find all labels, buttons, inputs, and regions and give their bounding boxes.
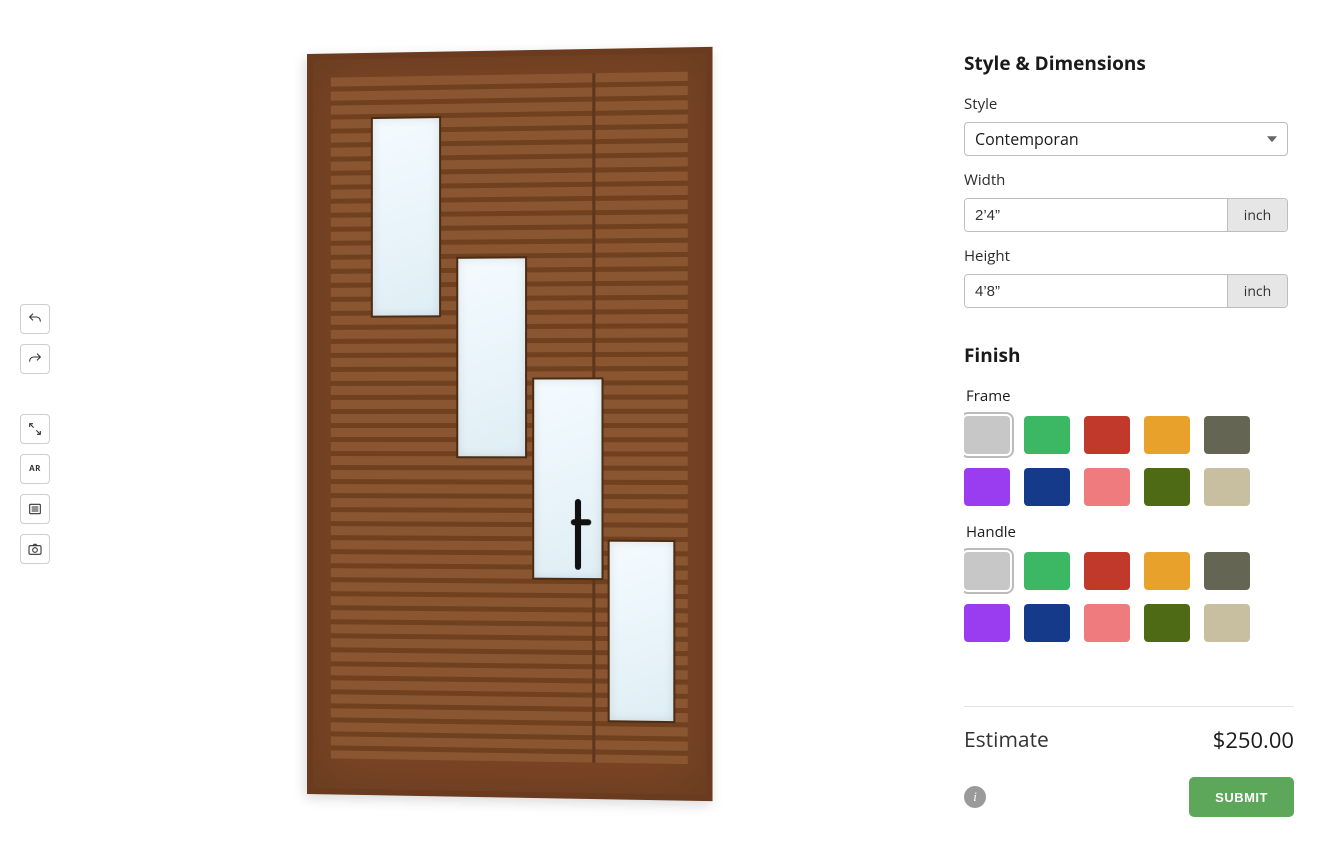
- fullscreen-button[interactable]: [20, 414, 50, 444]
- frame-swatch-olive-gray[interactable]: [1204, 416, 1250, 454]
- handle-swatch-purple[interactable]: [964, 604, 1010, 642]
- ar-button[interactable]: AR: [20, 454, 50, 484]
- panel-footer: Estimate $250.00 i SUBMIT: [964, 706, 1294, 817]
- redo-button[interactable]: [20, 344, 50, 374]
- width-label: Width: [964, 170, 1288, 190]
- estimate-value: $250.00: [1213, 725, 1294, 755]
- door-handle-render: [571, 498, 585, 569]
- frame-swatch-coral[interactable]: [1084, 468, 1130, 506]
- camera-button[interactable]: [20, 534, 50, 564]
- handle-swatch-olive-gray[interactable]: [1204, 552, 1250, 590]
- config-panel: Style & Dimensions Style Contemporan Wid…: [944, 0, 1324, 847]
- handle-label: Handle: [966, 522, 1288, 542]
- section-finish: Finish: [964, 342, 1288, 368]
- width-field: inch: [964, 198, 1288, 232]
- frame-swatch-red[interactable]: [1084, 416, 1130, 454]
- left-toolbar: AR: [0, 0, 70, 847]
- ar-icon: AR: [29, 463, 41, 474]
- frame-swatch-light-gray[interactable]: [964, 416, 1010, 454]
- info-icon[interactable]: i: [964, 786, 986, 808]
- handle-swatch-khaki[interactable]: [1204, 604, 1250, 642]
- frame-swatch-khaki[interactable]: [1204, 468, 1250, 506]
- camera-icon: [27, 541, 43, 557]
- frame-swatch-purple[interactable]: [964, 468, 1010, 506]
- handle-swatch-green[interactable]: [1024, 552, 1070, 590]
- frame-swatch-grid: [964, 416, 1288, 506]
- height-input[interactable]: [965, 275, 1227, 307]
- height-field: inch: [964, 274, 1288, 308]
- fullscreen-icon: [27, 421, 43, 437]
- frame-swatch-green[interactable]: [1024, 416, 1070, 454]
- handle-swatch-light-gray[interactable]: [964, 552, 1010, 590]
- height-unit[interactable]: inch: [1227, 275, 1287, 307]
- handle-swatch-coral[interactable]: [1084, 604, 1130, 642]
- list-button[interactable]: [20, 494, 50, 524]
- frame-swatch-orange[interactable]: [1144, 416, 1190, 454]
- door-render: [307, 46, 713, 800]
- estimate-label: Estimate: [964, 726, 1049, 754]
- width-unit[interactable]: inch: [1227, 199, 1287, 231]
- handle-swatch-orange[interactable]: [1144, 552, 1190, 590]
- undo-button[interactable]: [20, 304, 50, 334]
- handle-swatch-dark-olive[interactable]: [1144, 604, 1190, 642]
- undo-icon: [27, 311, 43, 327]
- handle-swatch-navy[interactable]: [1024, 604, 1070, 642]
- section-style-dimensions: Style & Dimensions: [964, 50, 1288, 76]
- handle-swatch-red[interactable]: [1084, 552, 1130, 590]
- style-label: Style: [964, 94, 1288, 114]
- frame-label: Frame: [966, 386, 1288, 406]
- width-input[interactable]: [965, 199, 1227, 231]
- list-icon: [27, 501, 43, 517]
- frame-swatch-navy[interactable]: [1024, 468, 1070, 506]
- product-preview[interactable]: [70, 0, 944, 847]
- config-scroll[interactable]: Style & Dimensions Style Contemporan Wid…: [964, 50, 1294, 690]
- submit-button[interactable]: SUBMIT: [1189, 777, 1294, 817]
- redo-icon: [27, 351, 43, 367]
- frame-swatch-dark-olive[interactable]: [1144, 468, 1190, 506]
- style-select-value: Contemporan: [975, 128, 1079, 150]
- handle-swatch-grid: [964, 552, 1288, 642]
- height-label: Height: [964, 246, 1288, 266]
- style-select[interactable]: Contemporan: [964, 122, 1288, 156]
- chevron-down-icon: [1267, 136, 1277, 142]
